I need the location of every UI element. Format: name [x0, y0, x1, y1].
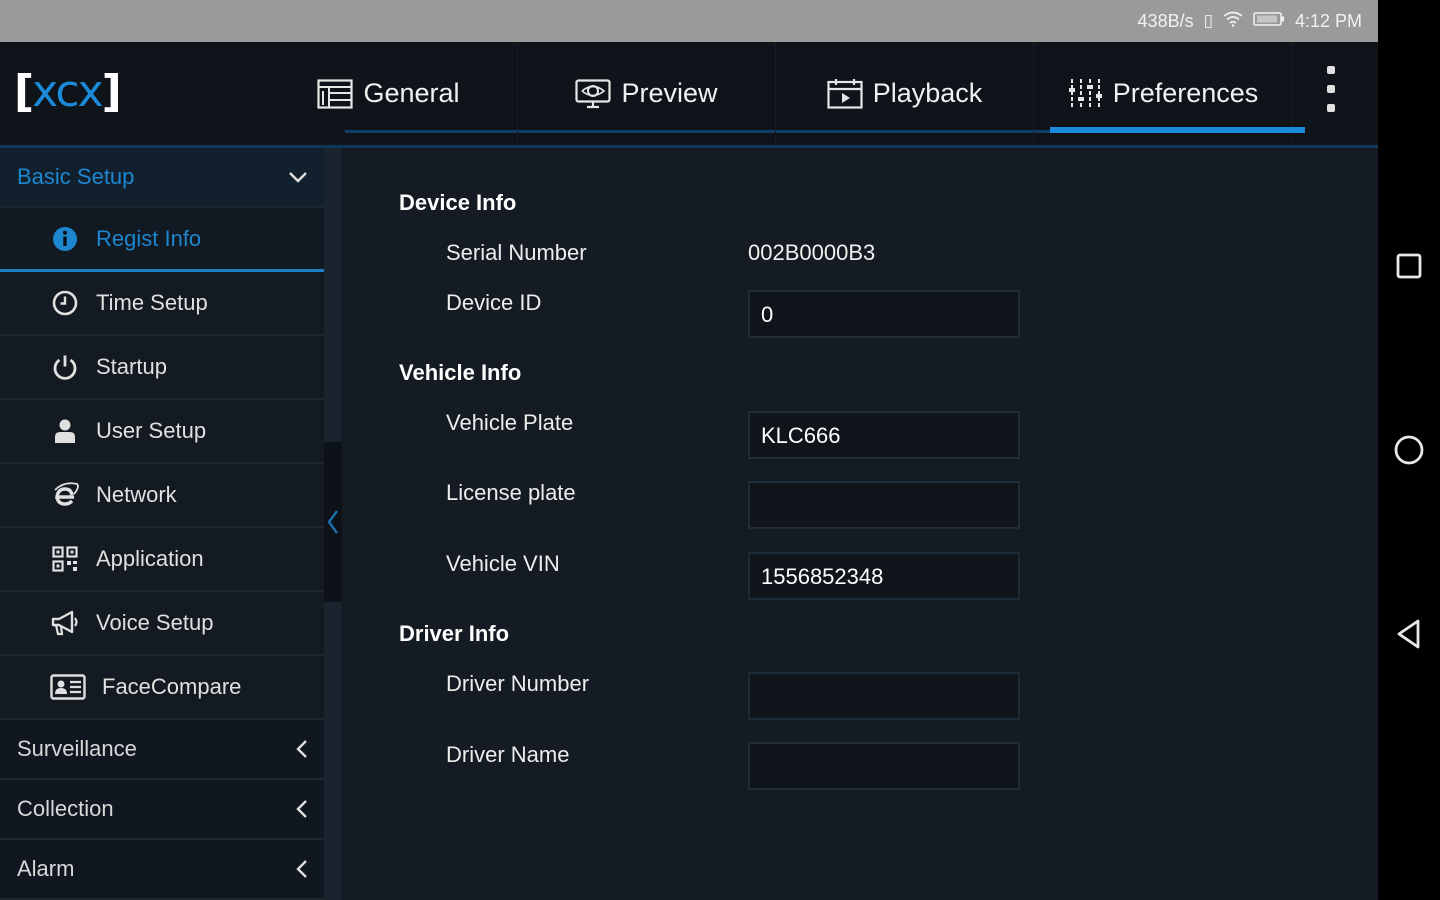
monitor-icon	[575, 78, 612, 109]
license-plate-field[interactable]	[748, 481, 1020, 529]
section-label: Surveillance	[17, 736, 137, 761]
vehicle-vin-label: Vehicle VIN	[446, 551, 560, 576]
overflow-menu-button[interactable]	[1318, 66, 1344, 112]
tab-preview[interactable]: Preview	[518, 42, 776, 145]
tab-general[interactable]: General	[260, 42, 518, 145]
sidebar-item-network[interactable]: Network	[0, 464, 324, 528]
device-info-heading: Device Info	[399, 190, 517, 215]
user-icon	[50, 416, 80, 446]
sidebar-item-label: Time Setup	[96, 290, 208, 315]
system-nav-bar	[1378, 0, 1440, 900]
chevron-left-icon	[296, 860, 307, 878]
settings-sidebar: Basic Setup Regist Info Time Setup Start…	[0, 148, 324, 900]
license-plate-label: License plate	[446, 480, 576, 505]
sidebar-item-label: FaceCompare	[102, 674, 242, 699]
sidebar-item-voice-setup[interactable]: Voice Setup	[0, 592, 324, 656]
sidebar-item-label: Regist Info	[96, 225, 202, 251]
driver-number-field[interactable]	[748, 672, 1020, 720]
sliders-icon	[1067, 78, 1103, 109]
serial-number-label: Serial Number	[446, 240, 587, 265]
section-alarm[interactable]: Alarm	[0, 840, 324, 900]
back-button[interactable]	[1392, 617, 1426, 651]
main-tabs: General Preview Playback Preferences	[260, 42, 1305, 145]
chevron-left-icon	[296, 800, 307, 818]
calendar-icon	[827, 78, 863, 109]
tab-label: General	[363, 78, 460, 108]
network-speed: 438B/s	[1137, 10, 1194, 31]
vehicle-plate-label: Vehicle Plate	[446, 410, 574, 435]
driver-info-heading: Driver Info	[399, 621, 510, 646]
circle-icon	[1394, 435, 1424, 465]
sidebar-item-application[interactable]: Application	[0, 528, 324, 592]
tab-preferences[interactable]: Preferences	[1034, 42, 1305, 145]
section-collection[interactable]: Collection	[0, 780, 324, 840]
more-icon	[1327, 66, 1335, 74]
status-bar: 438B/s ▯ 4:12 PM	[0, 0, 1378, 42]
serial-number-value: 002B0000B3	[748, 240, 876, 265]
tab-label: Preview	[621, 78, 718, 108]
section-basic-setup[interactable]: Basic Setup	[0, 148, 324, 208]
sidebar-item-user-setup[interactable]: User Setup	[0, 400, 324, 464]
vehicle-vin-field[interactable]: 1556852348	[748, 552, 1020, 600]
device-id-label: Device ID	[446, 290, 542, 315]
tab-label: Playback	[872, 78, 983, 108]
sidebar-item-startup[interactable]: Startup	[0, 336, 324, 400]
section-label: Alarm	[17, 856, 75, 881]
sidebar-item-facecompare[interactable]: FaceCompare	[0, 656, 324, 720]
sidebar-item-label: Voice Setup	[96, 610, 214, 635]
sidebar-item-label: Startup	[96, 354, 167, 379]
network-icon	[50, 480, 80, 510]
driver-name-field[interactable]	[748, 742, 1020, 790]
chevron-left-icon	[296, 740, 307, 758]
driver-number-label: Driver Number	[446, 671, 590, 696]
square-icon	[1396, 253, 1422, 279]
sidebar-item-regist-info[interactable]: Regist Info	[0, 208, 324, 272]
app-window: [xcx] General Preview Playback Preferenc…	[0, 42, 1378, 900]
sidebar-collapse-handle[interactable]	[324, 442, 342, 602]
section-label: Collection	[17, 796, 114, 821]
wifi-icon	[1223, 11, 1243, 32]
power-icon	[50, 352, 80, 382]
section-surveillance[interactable]: Surveillance	[0, 720, 324, 780]
sidebar-item-label: User Setup	[96, 418, 207, 443]
vehicle-plate-field[interactable]: KLC666	[748, 411, 1020, 459]
settings-content: Device Info Serial Number 002B0000B3 Dev…	[346, 148, 1378, 900]
vibrate-icon: ▯	[1203, 11, 1213, 30]
chevron-down-icon	[289, 172, 307, 183]
qr-icon	[50, 544, 80, 574]
sidebar-item-label: Application	[96, 546, 204, 571]
sidebar-item-label: Network	[96, 482, 177, 507]
app-logo: [xcx]	[14, 66, 122, 117]
clock-icon	[50, 288, 80, 318]
section-label: Basic Setup	[17, 164, 135, 189]
home-button[interactable]	[1392, 433, 1426, 467]
info-icon	[50, 224, 80, 254]
triangle-back-icon	[1397, 619, 1420, 649]
grid-icon	[317, 78, 354, 109]
chevron-left-icon	[327, 510, 338, 534]
battery-icon	[1253, 11, 1285, 32]
tab-label: Preferences	[1112, 78, 1259, 108]
tab-playback[interactable]: Playback	[776, 42, 1034, 145]
megaphone-icon	[50, 608, 80, 638]
top-bar: [xcx] General Preview Playback Preferenc…	[0, 42, 1378, 148]
driver-name-label: Driver Name	[446, 742, 570, 767]
device-id-field[interactable]: 0	[748, 290, 1020, 338]
clock-time: 4:12 PM	[1294, 10, 1362, 31]
sidebar-item-time-setup[interactable]: Time Setup	[0, 272, 324, 336]
id-card-icon	[50, 672, 86, 702]
vehicle-info-heading: Vehicle Info	[399, 360, 522, 385]
recents-button[interactable]	[1392, 249, 1426, 283]
